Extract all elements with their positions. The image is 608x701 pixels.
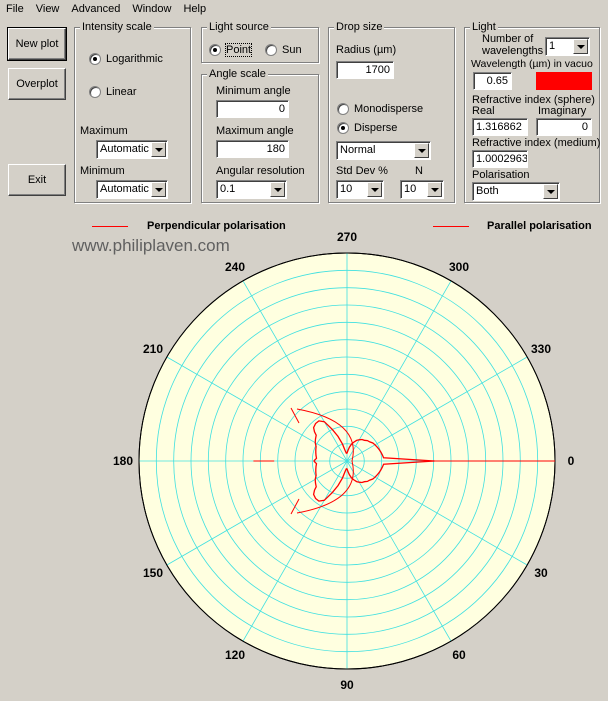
angle-tick-label: 330 [531, 342, 551, 356]
angle-tick-label: 150 [143, 566, 163, 580]
angle-tick-label: 300 [449, 260, 469, 274]
polar-chart: 0 30 60 90 120 150 180 210 240 270 300 330 [113, 230, 575, 692]
angle-tick-label: 180 [113, 454, 133, 468]
angle-tick-label: 60 [452, 648, 466, 662]
angle-tick-label: 240 [225, 260, 245, 274]
angle-tick-label: 270 [337, 230, 357, 244]
angle-tick-label: 120 [225, 648, 245, 662]
angle-tick-label: 0 [568, 454, 575, 468]
angle-tick-label: 210 [143, 342, 163, 356]
angle-tick-label: 90 [340, 678, 354, 692]
angle-tick-label: 30 [534, 566, 548, 580]
